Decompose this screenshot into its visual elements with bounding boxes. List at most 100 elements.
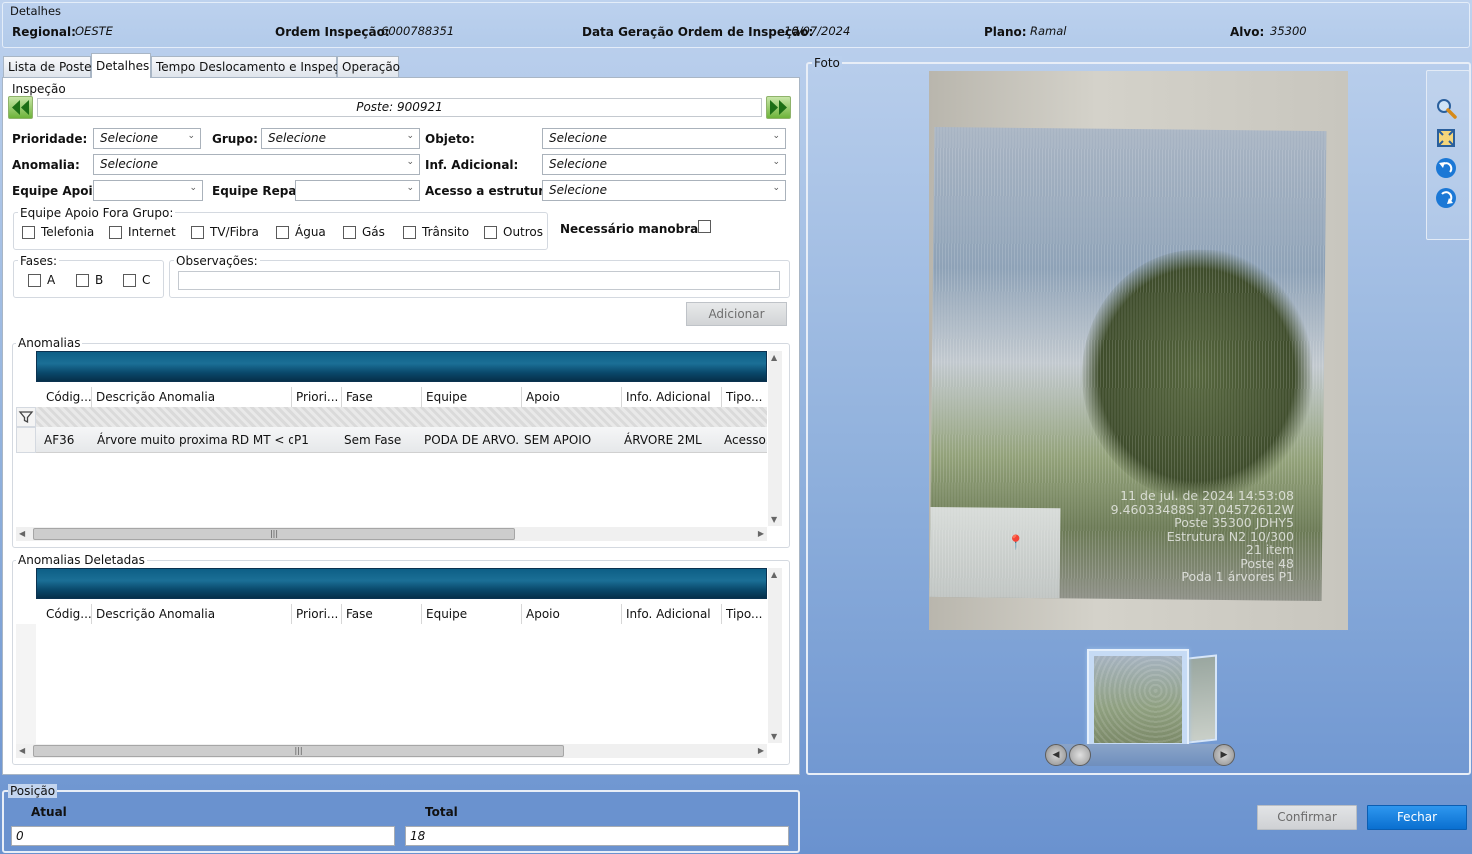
slider-thumb[interactable] [1069,744,1091,766]
col-tipo[interactable]: Tipo... [722,387,767,407]
col-apoio[interactable]: Apoio [522,604,622,624]
filter-row[interactable] [36,407,767,427]
col-tipo[interactable]: Tipo... [722,604,767,624]
rotate-right-button[interactable] [1435,187,1457,209]
observacoes-input[interactable] [178,271,780,290]
col-codigo[interactable]: Códig... [42,604,92,624]
anomalias-header-row: ⋮ Códig... Descrição Anomalia Priori... … [36,387,767,407]
deletadas-hscroll[interactable]: ◀ ||| ▶ [16,744,767,758]
col-equipe[interactable]: Equipe [422,387,522,407]
deletadas-vscroll[interactable]: ▲ ▼ [768,568,782,743]
agua-label: Água [295,225,326,239]
scroll-left-icon[interactable]: ◀ [19,529,25,538]
objeto-select[interactable]: Selecione ⌄ [542,128,786,149]
prioridade-select[interactable]: Selecione ⌄ [93,128,201,149]
anomalias-hscroll[interactable]: ◀ ||| ▶ [16,527,767,541]
manobra-checkbox[interactable] [698,220,711,233]
col-fase[interactable]: Fase [342,387,422,407]
fase-b-checkbox[interactable] [76,274,89,287]
tv-fibra-label: TV/Fibra [210,225,259,239]
anomalias-vscroll[interactable]: ▲ ▼ [768,351,782,526]
col-descricao[interactable]: Descrição Anomalia [92,387,292,407]
scroll-thumb[interactable]: ||| [33,528,515,540]
telefonia-checkbox[interactable] [22,226,35,239]
filter-button[interactable] [16,407,36,427]
fase-a-checkbox[interactable] [28,274,41,287]
col-codigo[interactable]: Códig... [42,387,92,407]
zoom-icon [1437,99,1457,119]
tab-detalhes[interactable]: Detalhes [91,53,151,78]
equipe-apoio-label: Equipe Apoio: [12,184,106,198]
tv-fibra-checkbox[interactable] [191,226,204,239]
acesso-select[interactable]: Selecione ⌄ [542,180,786,201]
scroll-down-icon[interactable]: ▼ [771,732,777,741]
col-apoio[interactable]: Apoio [522,387,622,407]
rotate-left-button[interactable] [1435,157,1457,179]
equipe-apoio-select[interactable]: ⌄ [93,180,203,201]
tab-operacao[interactable]: Operação [337,56,400,77]
next-poste-button[interactable] [766,96,791,119]
atual-input[interactable]: 0 [11,826,395,846]
gas-checkbox[interactable] [343,226,356,239]
scroll-left-icon[interactable]: ◀ [19,746,25,755]
scroll-right-icon[interactable]: ▶ [758,529,764,538]
col-info-adicional[interactable]: Info. Adicional [622,387,722,407]
fechar-button[interactable]: Fechar [1367,805,1467,830]
col-info-adicional[interactable]: Info. Adicional [622,604,722,624]
photo-toolbar [1426,70,1470,240]
chevron-down-icon: ⌄ [406,157,414,167]
grupo-label: Grupo: [212,132,258,146]
slider-left-icon[interactable]: ◀ [1045,744,1067,766]
table-row[interactable]: AF36 Árvore muito proxima RD MT < d... P… [36,427,767,453]
col-equipe[interactable]: Equipe [422,604,522,624]
transito-label: Trânsito [422,225,470,239]
col-fase[interactable]: Fase [342,604,422,624]
total-input[interactable]: 18 [405,826,789,846]
outros-checkbox[interactable] [484,226,497,239]
grupo-select[interactable]: Selecione ⌄ [261,128,420,149]
zoom-button[interactable] [1435,97,1457,119]
col-prioridade[interactable]: Priori... [292,387,342,407]
thumbnail-slider[interactable]: ◀ ▶ [1045,744,1235,766]
chevron-down-icon: ⌄ [406,131,414,141]
tab-lista-postes[interactable]: Lista de Postes [3,56,98,77]
tab-tempo-deslocamento[interactable]: Tempo Deslocamento e Inspeção [151,56,354,77]
chevron-down-icon: ⌄ [406,183,414,193]
plano-value: Ramal [1030,24,1067,38]
equipe-reparo-select[interactable]: ⌄ [295,180,420,201]
anomalia-select[interactable]: Selecione ⌄ [93,154,420,175]
fases-legend: Fases: [18,254,60,268]
cell-descricao: Árvore muito proxima RD MT < d... [97,433,293,447]
scroll-thumb[interactable]: ||| [33,745,564,757]
thumbnail-selected[interactable] [1087,649,1189,749]
fit-button[interactable] [1435,127,1457,149]
scroll-down-icon[interactable]: ▼ [771,515,777,524]
transito-checkbox[interactable] [403,226,416,239]
anomalias-group-panel [36,351,767,382]
double-right-arrow-icon [770,100,787,115]
photo-viewer[interactable]: 11 de jul. de 2024 14:53:08 9.46033488S … [929,71,1348,630]
confirmar-button[interactable]: Confirmar [1257,805,1357,830]
scroll-right-icon[interactable]: ▶ [758,746,764,755]
thumbnail-image [1094,656,1182,743]
col-prioridade[interactable]: Priori... [292,604,342,624]
cell-prioridade: P1 [294,433,309,447]
prev-poste-button[interactable] [8,96,33,119]
agua-checkbox[interactable] [276,226,289,239]
cell-info-adicional: ÁRVORE 2ML [624,433,702,447]
ordem-value: 6000788351 [381,24,455,38]
slider-right-icon[interactable]: ▶ [1213,744,1235,766]
inf-adicional-select[interactable]: Selecione ⌄ [542,154,786,175]
fit-icon [1437,129,1455,147]
apoio-fora-legend: Equipe Apoio Fora Grupo: [18,206,176,220]
scroll-up-icon[interactable]: ▲ [771,570,777,579]
thumbnail-next[interactable] [1187,654,1217,744]
adicionar-button[interactable]: Adicionar [686,302,787,326]
scroll-up-icon[interactable]: ▲ [771,353,777,362]
prioridade-label: Prioridade: [12,132,88,146]
internet-checkbox[interactable] [109,226,122,239]
col-descricao[interactable]: Descrição Anomalia [92,604,292,624]
fase-c-checkbox[interactable] [123,274,136,287]
anomalias-deletadas-legend: Anomalias Deletadas [16,553,147,567]
double-left-arrow-icon [12,100,29,115]
